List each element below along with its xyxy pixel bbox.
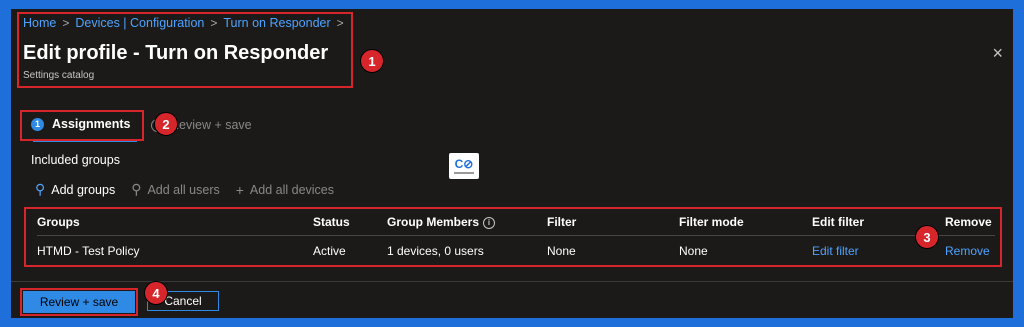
assignment-actions: ⚲ Add groups ⚲ Add all users + Add all d…: [35, 181, 334, 198]
callout-number-3: 3: [915, 225, 939, 249]
tab-review-save-label: Review + save: [170, 118, 252, 132]
close-icon[interactable]: ×: [992, 43, 1003, 64]
add-person-icon: ⚲: [35, 181, 46, 197]
add-all-devices-button[interactable]: + Add all devices: [236, 181, 334, 198]
callout-box-4: [20, 288, 138, 316]
users-icon: ⚲: [131, 181, 142, 197]
edit-profile-panel: Home > Devices | Configuration > Turn on…: [11, 9, 1013, 318]
add-all-users-button[interactable]: ⚲ Add all users: [131, 181, 220, 198]
callout-box-2: [20, 110, 144, 141]
add-all-users-label: Add all users: [147, 182, 220, 197]
plus-icon: +: [235, 181, 244, 198]
add-all-devices-label: Add all devices: [249, 182, 334, 197]
add-groups-button[interactable]: ⚲ Add groups: [35, 181, 115, 198]
callout-number-1: 1: [360, 49, 384, 73]
add-groups-label: Add groups: [51, 182, 116, 197]
callout-box-3: [24, 207, 1002, 267]
callout-number-2: 2: [154, 112, 178, 136]
callout-number-4: 4: [144, 281, 168, 305]
logo-mark: C⊘: [454, 157, 474, 171]
logo-underline: [454, 172, 474, 174]
callout-box-1: [17, 12, 353, 88]
site-logo: C⊘: [449, 153, 479, 179]
included-groups-heading: Included groups: [31, 153, 120, 167]
